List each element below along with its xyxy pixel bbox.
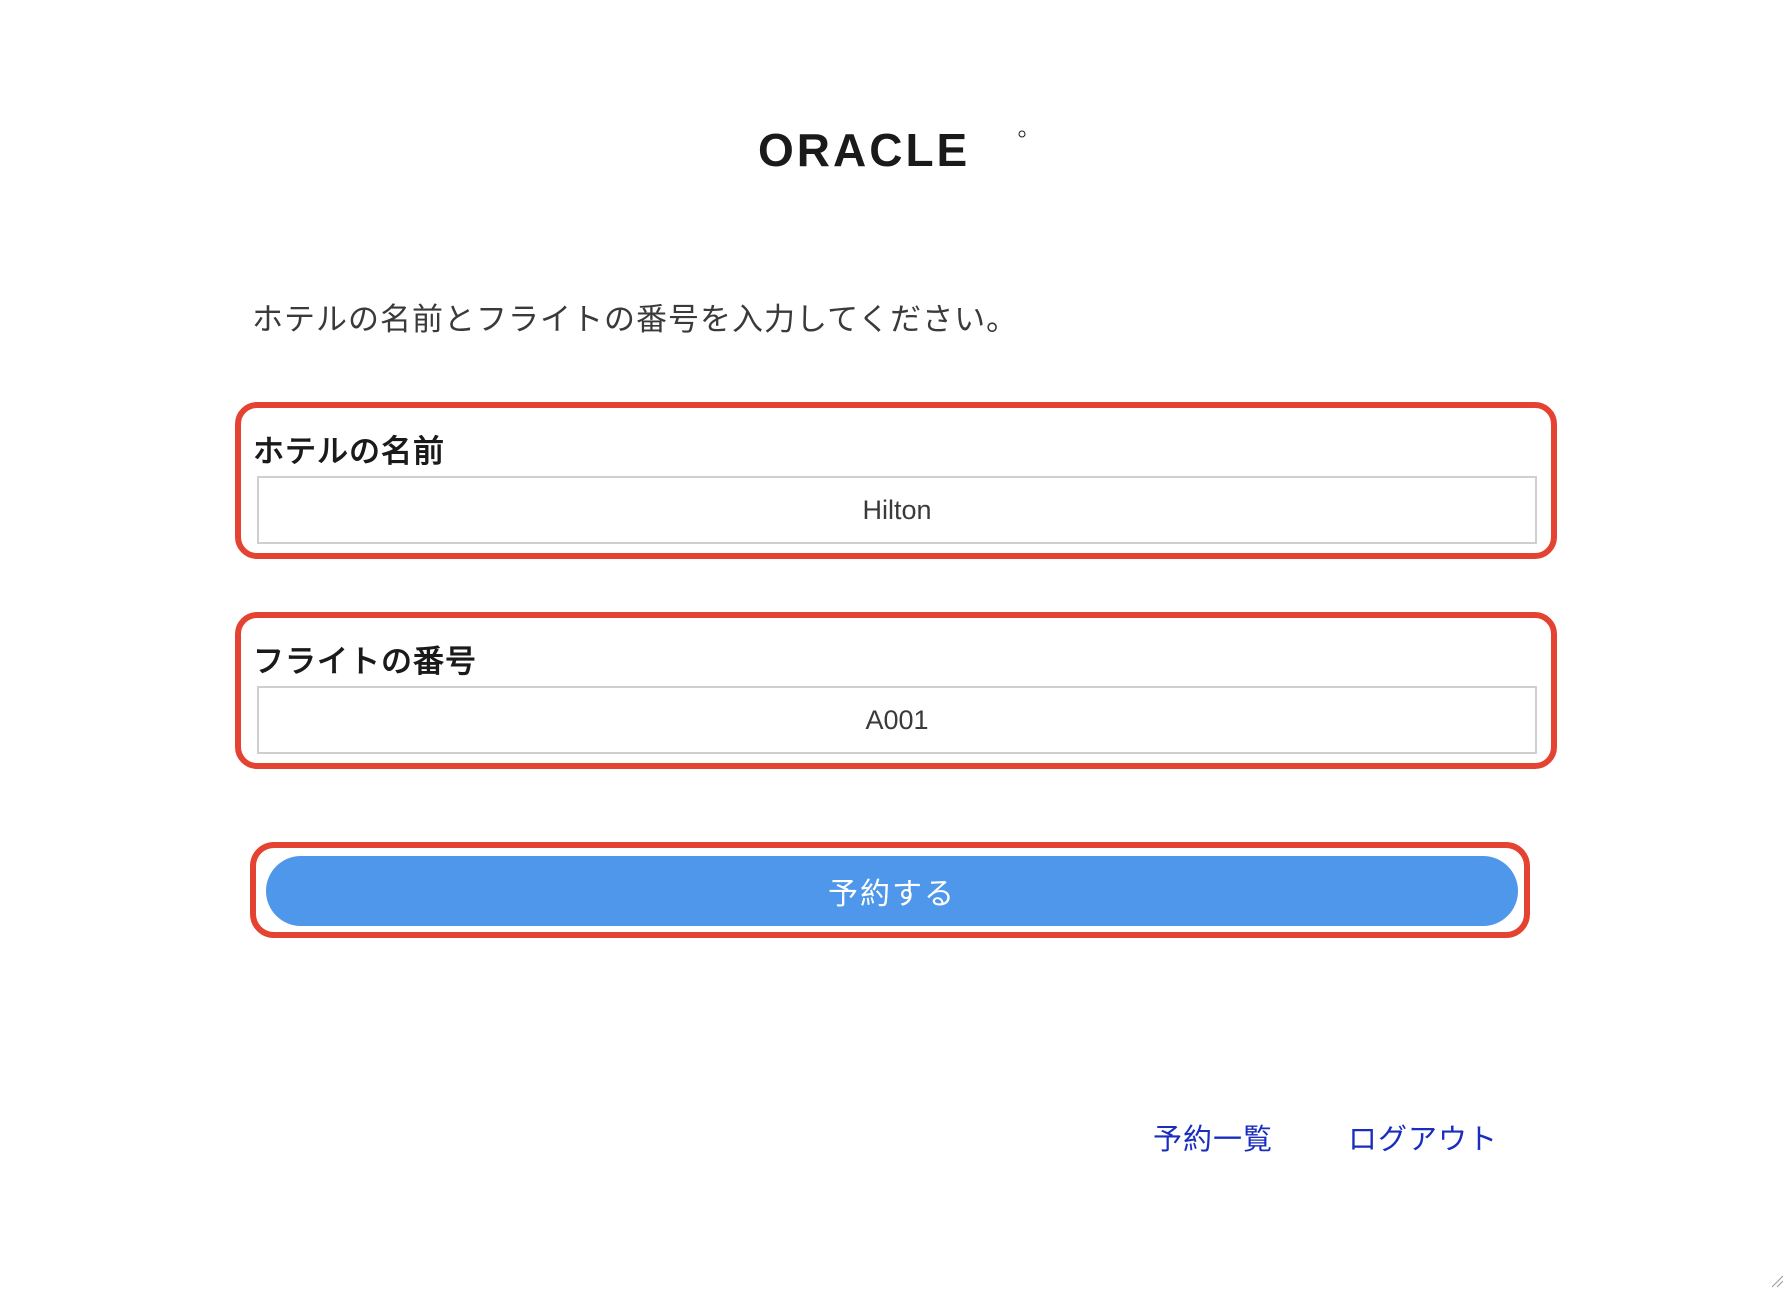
- hotel-name-field-group: ホテルの名前: [235, 402, 1557, 559]
- submit-highlight: 予約する: [250, 842, 1530, 938]
- flight-number-field-group: フライトの番号: [235, 612, 1557, 769]
- oracle-logo-mark: ORACLE: [758, 128, 1026, 172]
- logout-link[interactable]: ログアウト: [1348, 1116, 1498, 1158]
- hotel-name-input[interactable]: [257, 476, 1537, 544]
- flight-number-label: フライトの番号: [253, 644, 477, 680]
- booking-page: ORACLE ホテルの名前とフライトの番号を入力してください。 ホテルの名前 フ…: [0, 0, 1786, 1290]
- resize-grip-icon[interactable]: [1770, 1274, 1784, 1288]
- footer-links: 予約一覧 ログアウト: [0, 1116, 1786, 1156]
- flight-number-input[interactable]: [257, 686, 1537, 754]
- svg-text:ORACLE: ORACLE: [758, 128, 970, 172]
- oracle-logo: ORACLE: [0, 128, 1786, 176]
- reservation-list-link[interactable]: 予約一覧: [1153, 1116, 1273, 1158]
- hotel-name-label: ホテルの名前: [253, 434, 445, 470]
- instruction-text: ホテルの名前とフライトの番号を入力してください。: [252, 302, 1019, 338]
- reserve-button[interactable]: 予約する: [266, 856, 1518, 926]
